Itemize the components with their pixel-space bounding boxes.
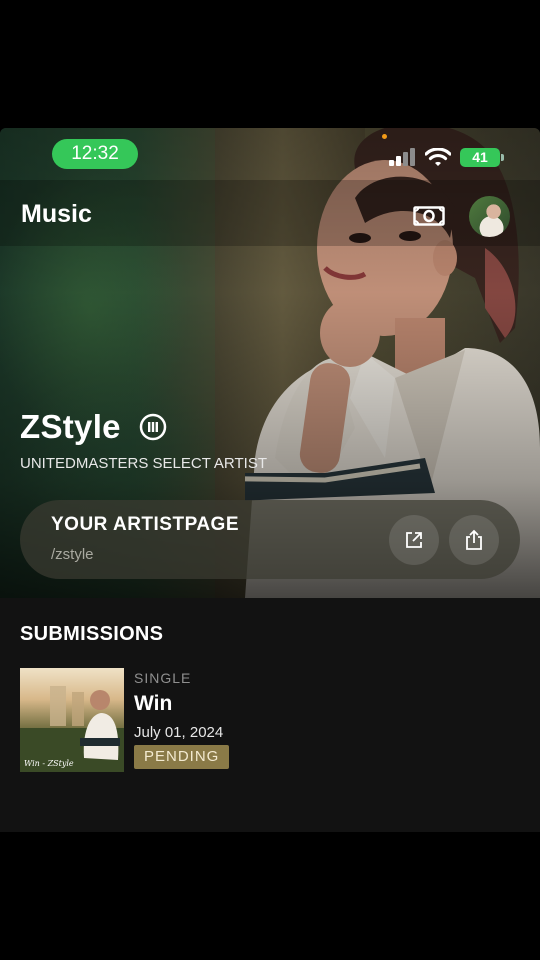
cover-artwork: [20, 686, 124, 772]
wifi-icon: [425, 147, 451, 166]
money-icon[interactable]: [413, 206, 445, 226]
cover-text: Win - ZStyle: [24, 759, 74, 768]
status-bar: 12:32 41: [0, 128, 540, 180]
artist-hero: 12:32 41 Music ZStyle UNITEDMASTERS SELE…: [0, 128, 540, 598]
artist-subtitle: UNITEDMASTERS SELECT ARTIST: [20, 455, 267, 472]
status-icons: 41: [389, 147, 504, 167]
battery-level: 41: [472, 148, 488, 165]
submission-date: July 01, 2024: [134, 724, 224, 741]
submissions-heading: SUBMISSIONS: [20, 623, 164, 645]
privacy-indicator-dot: [382, 134, 387, 139]
status-badge: PENDING: [134, 745, 230, 769]
share-icon: [466, 529, 482, 550]
signal-icon: [389, 148, 415, 166]
app-screen: 12:32 41 Music ZStyle UNITEDMASTERS SELE…: [0, 128, 540, 832]
artistpage-card[interactable]: YOUR ARTISTPAGE /zstyle: [20, 500, 520, 579]
share-artistpage-button[interactable]: [449, 515, 499, 565]
submission-type: SINGLE: [134, 670, 192, 686]
battery-icon: 41: [460, 147, 504, 167]
verified-icon: [139, 413, 167, 441]
artist-name: ZStyle: [20, 408, 121, 445]
submission-cover[interactable]: Win - ZStyle: [20, 668, 124, 772]
page-title: Music: [21, 200, 92, 228]
submission-item[interactable]: Win - ZStyle SINGLE Win July 01, 2024 PE…: [20, 668, 520, 772]
status-time: 12:32: [52, 139, 138, 169]
avatar[interactable]: [469, 196, 510, 237]
external-link-icon: [406, 532, 422, 548]
submission-title: Win: [134, 692, 173, 715]
open-artistpage-button[interactable]: [389, 515, 439, 565]
artistpage-title: YOUR ARTISTPAGE: [51, 514, 240, 535]
artistpage-handle: /zstyle: [51, 546, 94, 563]
